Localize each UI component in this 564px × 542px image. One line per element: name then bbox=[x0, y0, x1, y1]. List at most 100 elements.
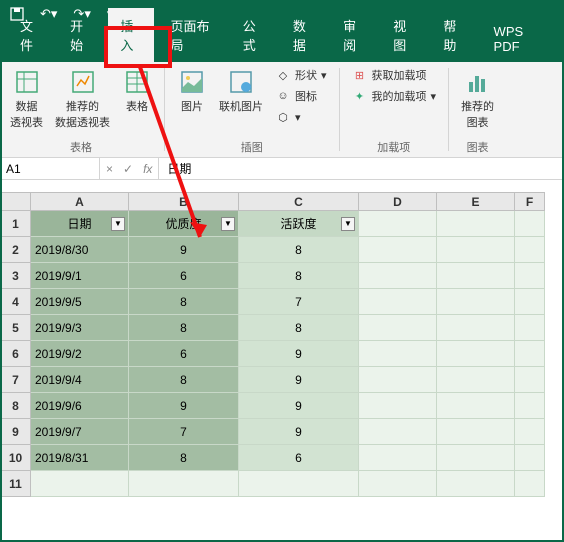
cell[interactable]: 2019/9/3 bbox=[31, 315, 129, 341]
cell[interactable]: 8 bbox=[239, 263, 359, 289]
cell[interactable] bbox=[359, 263, 437, 289]
col-header-A[interactable]: A bbox=[31, 193, 129, 211]
cell[interactable] bbox=[437, 471, 515, 497]
cell[interactable] bbox=[359, 341, 437, 367]
cell[interactable]: 2019/8/31 bbox=[31, 445, 129, 471]
cell-C1[interactable]: 活跃度▼ bbox=[239, 211, 359, 237]
cell[interactable] bbox=[129, 471, 239, 497]
cell[interactable] bbox=[239, 471, 359, 497]
cell[interactable] bbox=[515, 419, 545, 445]
col-header-B[interactable]: B bbox=[129, 193, 239, 211]
menu-wpspdf[interactable]: WPS PDF bbox=[482, 16, 556, 62]
row-header[interactable]: 6 bbox=[1, 341, 31, 367]
fx-icon[interactable]: fx bbox=[143, 162, 152, 176]
filter-button[interactable]: ▼ bbox=[341, 217, 355, 231]
col-header-F[interactable]: F bbox=[515, 193, 545, 211]
icons-button[interactable]: ☺图标 bbox=[271, 87, 331, 105]
cell[interactable]: 6 bbox=[129, 341, 239, 367]
cell[interactable] bbox=[359, 367, 437, 393]
cell[interactable]: 8 bbox=[129, 367, 239, 393]
menu-review[interactable]: 审阅 bbox=[331, 8, 377, 62]
row-header[interactable]: 2 bbox=[1, 237, 31, 263]
picture-button[interactable]: 图片 bbox=[173, 66, 211, 116]
row-header[interactable]: 7 bbox=[1, 367, 31, 393]
cell[interactable]: 6 bbox=[129, 263, 239, 289]
name-box[interactable]: A1 bbox=[0, 158, 100, 179]
cell[interactable] bbox=[437, 367, 515, 393]
cell[interactable] bbox=[437, 315, 515, 341]
cell[interactable] bbox=[437, 237, 515, 263]
menu-view[interactable]: 视图 bbox=[381, 8, 427, 62]
row-header[interactable]: 5 bbox=[1, 315, 31, 341]
cell[interactable] bbox=[515, 445, 545, 471]
row-header[interactable]: 1 bbox=[1, 211, 31, 237]
cell[interactable]: 2019/9/1 bbox=[31, 263, 129, 289]
cell[interactable]: 9 bbox=[129, 393, 239, 419]
cell[interactable]: 8 bbox=[129, 315, 239, 341]
model3d-button[interactable]: ⬡ ▾ bbox=[271, 108, 331, 126]
cell[interactable]: 2019/9/4 bbox=[31, 367, 129, 393]
cell[interactable]: 2019/8/30 bbox=[31, 237, 129, 263]
filter-button[interactable]: ▼ bbox=[111, 217, 125, 231]
my-addins-button[interactable]: ✦我的加载项 ▾ bbox=[348, 87, 441, 105]
cell[interactable]: 7 bbox=[239, 289, 359, 315]
cell[interactable] bbox=[437, 419, 515, 445]
row-header[interactable]: 8 bbox=[1, 393, 31, 419]
table-button[interactable]: 表格 bbox=[118, 66, 156, 116]
col-header-D[interactable]: D bbox=[359, 193, 437, 211]
cell[interactable] bbox=[437, 445, 515, 471]
cell[interactable] bbox=[359, 315, 437, 341]
cell[interactable] bbox=[515, 393, 545, 419]
cell[interactable]: 8 bbox=[129, 289, 239, 315]
cell[interactable]: 7 bbox=[129, 419, 239, 445]
cell[interactable]: 2019/9/6 bbox=[31, 393, 129, 419]
cell[interactable]: 2019/9/7 bbox=[31, 419, 129, 445]
cancel-icon[interactable]: × bbox=[106, 162, 113, 176]
row-header[interactable]: 10 bbox=[1, 445, 31, 471]
cell[interactable] bbox=[515, 367, 545, 393]
cell[interactable] bbox=[515, 341, 545, 367]
menu-data[interactable]: 数据 bbox=[281, 8, 327, 62]
cell[interactable]: 9 bbox=[239, 419, 359, 445]
cell[interactable] bbox=[359, 289, 437, 315]
cell[interactable] bbox=[515, 315, 545, 341]
cell[interactable]: 8 bbox=[129, 445, 239, 471]
select-all-corner[interactable] bbox=[1, 193, 31, 211]
cell[interactable] bbox=[437, 263, 515, 289]
recommended-pivot-button[interactable]: 推荐的 数据透视表 bbox=[51, 66, 114, 132]
cell[interactable]: 9 bbox=[239, 367, 359, 393]
get-addins-button[interactable]: ⊞获取加载项 bbox=[348, 66, 441, 84]
cell[interactable] bbox=[515, 211, 545, 237]
cell[interactable] bbox=[359, 211, 437, 237]
cell[interactable] bbox=[437, 289, 515, 315]
online-picture-button[interactable]: 联机图片 bbox=[215, 66, 267, 116]
cell[interactable] bbox=[515, 263, 545, 289]
cell[interactable] bbox=[359, 393, 437, 419]
cell[interactable]: 6 bbox=[239, 445, 359, 471]
cell[interactable] bbox=[359, 237, 437, 263]
cell[interactable] bbox=[359, 419, 437, 445]
cell[interactable] bbox=[359, 471, 437, 497]
cell[interactable] bbox=[359, 445, 437, 471]
cell[interactable] bbox=[515, 289, 545, 315]
pivot-table-button[interactable]: 数据 透视表 bbox=[6, 66, 47, 132]
cell[interactable]: 2019/9/2 bbox=[31, 341, 129, 367]
menu-home[interactable]: 开始 bbox=[58, 8, 104, 62]
cell[interactable] bbox=[437, 211, 515, 237]
menu-file[interactable]: 文件 bbox=[8, 8, 54, 62]
confirm-icon[interactable]: ✓ bbox=[123, 162, 133, 176]
row-header[interactable]: 4 bbox=[1, 289, 31, 315]
cell[interactable] bbox=[437, 393, 515, 419]
col-header-C[interactable]: C bbox=[239, 193, 359, 211]
shapes-button[interactable]: ◇形状 ▾ bbox=[271, 66, 331, 84]
cell[interactable]: 9 bbox=[239, 341, 359, 367]
formula-input[interactable]: 日期 bbox=[159, 158, 564, 179]
menu-insert[interactable]: 插入 bbox=[108, 8, 154, 62]
spreadsheet-grid[interactable]: A B C D E F 1 日期▼ 优质度▼ 活跃度▼ 2 2019/8/30 … bbox=[0, 192, 564, 497]
menu-help[interactable]: 帮助 bbox=[431, 8, 477, 62]
filter-button[interactable]: ▼ bbox=[221, 217, 235, 231]
cell[interactable]: 9 bbox=[129, 237, 239, 263]
cell[interactable] bbox=[437, 341, 515, 367]
cell[interactable]: 9 bbox=[239, 393, 359, 419]
cell[interactable] bbox=[515, 471, 545, 497]
